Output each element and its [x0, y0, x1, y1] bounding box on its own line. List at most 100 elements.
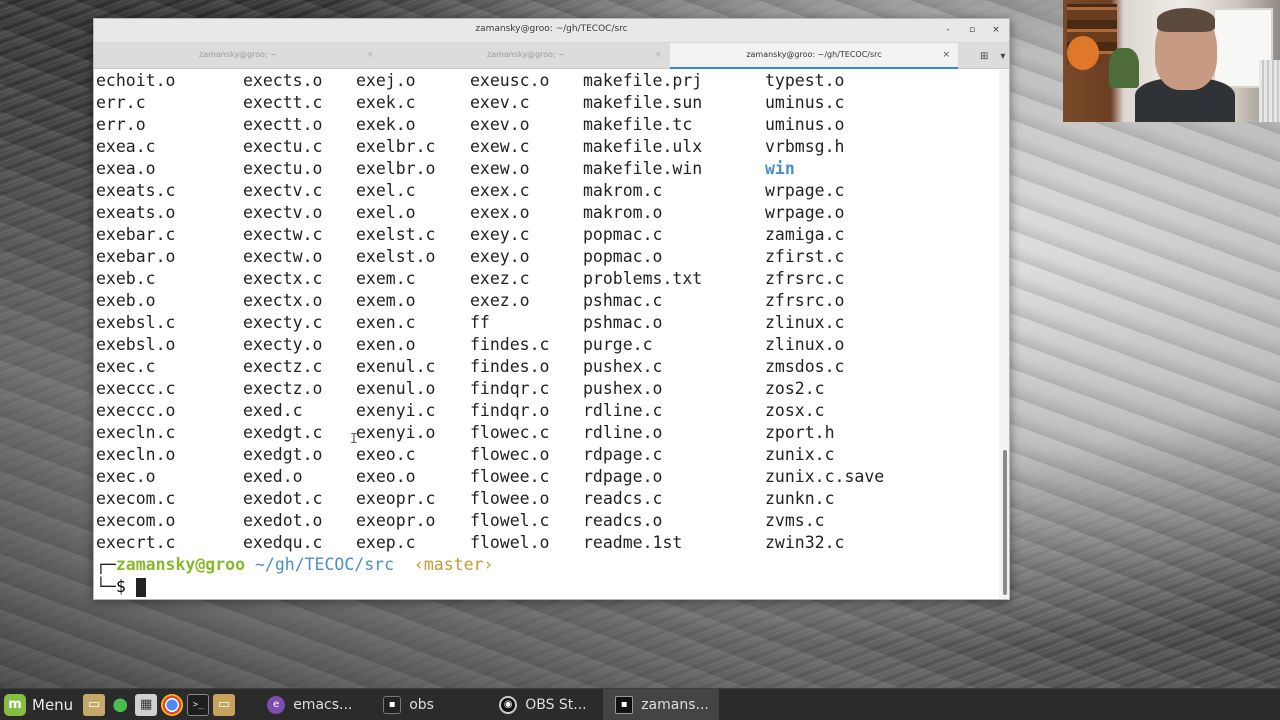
scrollbar-thumb[interactable]: [1003, 450, 1007, 595]
terminal-output[interactable]: echoit.o exects.o exej.o exeusc.o makefile.p…: [94, 70, 999, 599]
file-entry: exelst.o: [356, 247, 436, 266]
files-icon[interactable]: ▭: [213, 693, 236, 716]
new-tab-icon[interactable]: ⊞: [980, 51, 988, 62]
file-entry: rdpage.c: [583, 445, 663, 464]
file-entry: exectx.o: [243, 291, 323, 310]
webcam-plant: [1109, 48, 1139, 88]
minimize-button[interactable]: -: [941, 23, 955, 37]
task-obs[interactable]: ▪ obs: [371, 689, 487, 720]
tab-home-2[interactable]: zamansky@groo: ~ ×: [382, 43, 670, 69]
file-entry: findqr.c: [470, 379, 550, 398]
file-entry: exectu.c: [243, 137, 323, 156]
terminal-icon[interactable]: >_: [187, 693, 210, 716]
file-entry: exedqu.c: [243, 533, 323, 552]
file-entry: flowee.c: [470, 467, 550, 486]
tab-close-icon[interactable]: ×: [942, 43, 950, 67]
file-entry: zfrsrc.o: [765, 291, 845, 310]
tab-close-icon[interactable]: ×: [654, 43, 662, 67]
file-entry: wrpage.c: [765, 181, 845, 200]
file-entry: flowec.c: [470, 423, 550, 442]
file-entry: exectv.o: [243, 203, 323, 222]
folder-icon[interactable]: ▭: [83, 693, 106, 716]
chrome-icon[interactable]: [161, 693, 184, 716]
file-entry: zlinux.o: [765, 335, 845, 354]
obs-icon: ▪: [383, 695, 402, 714]
file-entry: exev.c: [470, 93, 530, 112]
prompt-input-line[interactable]: └─ $: [94, 576, 999, 598]
file-entry: execcc.o: [96, 401, 176, 420]
file-entry: exelst.c: [356, 225, 436, 244]
tab-close-icon[interactable]: ×: [366, 43, 374, 67]
file-entry: exey.o: [470, 247, 530, 266]
menu-button[interactable]: m Menu: [0, 689, 81, 720]
file-entry: execom.c: [96, 489, 176, 508]
file-entry: exectw.c: [243, 225, 323, 244]
file-entry: typest.o: [765, 71, 845, 90]
file-entry: exez.c: [470, 269, 530, 288]
task-terminal[interactable]: ▪ zamans...: [603, 688, 720, 720]
emacs-icon: e: [267, 695, 286, 714]
file-entry: exenyi.o: [356, 423, 436, 442]
file-entry: findes.o: [470, 357, 550, 376]
tab-tecoc-src[interactable]: zamansky@groo: ~/gh/TECOC/src ×: [670, 43, 958, 69]
task-obs-studio[interactable]: ◉ OBS St...: [487, 689, 603, 720]
tab-home-1[interactable]: zamansky@groo: ~ ×: [94, 43, 382, 69]
file-entry: problems.txt: [583, 269, 703, 288]
mint-logo-icon: m: [4, 693, 26, 716]
file-entry: zport.h: [765, 423, 835, 442]
file-entry: exelbr.c: [356, 137, 436, 156]
prompt-git-branch: ‹master›: [413, 555, 494, 574]
file-entry: zunix.c.save: [765, 467, 885, 486]
file-entry: exed.c: [243, 401, 303, 420]
file-entry: exectv.c: [243, 181, 323, 200]
file-entry: makefile.win: [583, 159, 703, 178]
file-entry: zunix.c: [765, 445, 835, 464]
file-entry: findes.c: [470, 335, 550, 354]
file-entry: exectz.c: [243, 357, 323, 376]
terminal-cursor: [135, 577, 146, 597]
file-entry: exenul.o: [356, 379, 436, 398]
file-entry: execty.c: [243, 313, 323, 332]
file-entry: exen.c: [356, 313, 416, 332]
file-entry: exem.c: [356, 269, 416, 288]
tab-tools: ⊞ ▾: [958, 43, 1005, 69]
tab-menu-icon[interactable]: ▾: [1000, 51, 1005, 62]
file-entry: exectt.o: [243, 115, 323, 134]
file-entry: pshmac.o: [583, 313, 663, 332]
file-entry: makrom.c: [583, 181, 663, 200]
file-entry: exed.o: [243, 467, 303, 486]
calculator-icon[interactable]: ▦: [135, 693, 158, 716]
file-entry: exej.o: [356, 71, 416, 90]
file-entry: exea.c: [96, 137, 156, 156]
file-entry: exenul.c: [356, 357, 436, 376]
file-entry: zunkn.c: [765, 489, 835, 508]
task-label: zamans...: [641, 696, 709, 713]
tab-label: zamansky@groo: ~: [486, 50, 566, 59]
file-entry: exez.o: [470, 291, 530, 310]
file-entry: exex.c: [470, 181, 530, 200]
window-title: zamansky@groo: ~/gh/TECOC/src: [475, 24, 628, 34]
task-emacs[interactable]: e emacs...: [255, 689, 371, 720]
maximize-button[interactable]: ▫: [965, 23, 979, 37]
prompt-user-host: zamansky@groo: [115, 555, 246, 574]
task-label: OBS St...: [525, 696, 587, 713]
file-entry: exeopr.o: [356, 511, 436, 530]
file-entry: flowee.o: [470, 489, 550, 508]
file-entry: exev.o: [470, 115, 530, 134]
file-entry: exelbr.o: [356, 159, 436, 178]
mouse-ibeam-cursor-icon: I: [350, 432, 358, 447]
file-entry: ff: [470, 313, 490, 332]
file-entry: exep.c: [356, 533, 416, 552]
file-entry: exeo.o: [356, 467, 416, 486]
close-button[interactable]: ×: [989, 23, 1003, 37]
file-entry: execrt.c: [96, 533, 176, 552]
file-entry: exey.c: [470, 225, 530, 244]
file-entry: zlinux.c: [765, 313, 845, 332]
file-entry: exebsl.o: [96, 335, 176, 354]
terminal-scrollbar[interactable]: [999, 70, 1009, 599]
file-entry: exectu.o: [243, 159, 323, 178]
file-entry: execty.o: [243, 335, 323, 354]
file-entry: rdline.c: [583, 401, 663, 420]
window-titlebar[interactable]: zamansky@groo: ~/gh/TECOC/src - ▫ ×: [94, 19, 1009, 43]
vpn-icon[interactable]: ●: [109, 693, 132, 716]
